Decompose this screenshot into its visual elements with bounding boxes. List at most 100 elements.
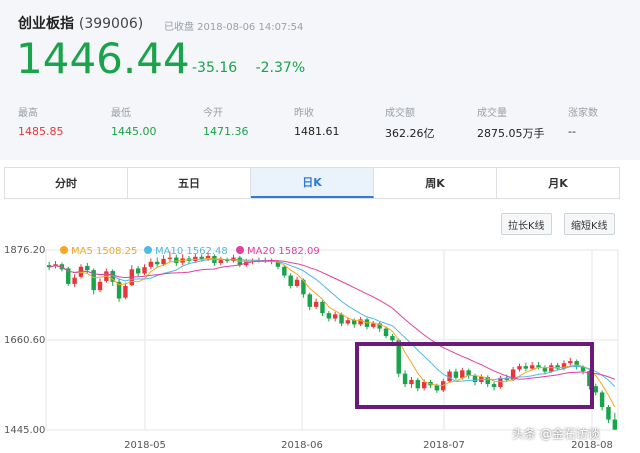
candle-body (288, 275, 293, 286)
stat-label: 今开 (203, 108, 223, 119)
ma5-line (49, 257, 616, 408)
tab-intraday[interactable]: 分时 (5, 168, 128, 198)
candle-body (142, 267, 147, 274)
candle-body (193, 256, 198, 261)
change-value: -35.16 (192, 60, 238, 76)
kline-chart[interactable]: MA5 1508.25 MA10 1562.48 MA20 1582.09 18… (0, 240, 640, 453)
candle-body (313, 301, 319, 307)
candle-body (352, 320, 357, 325)
candle-body (402, 373, 408, 385)
x-tick-label: 2018-06 (281, 440, 323, 451)
period-tabs: 分时 五日 日K 周K 月K (4, 167, 620, 199)
candle-body (307, 294, 312, 307)
candle-body (415, 379, 421, 389)
candle-body (174, 257, 179, 264)
candle-body (568, 361, 573, 364)
candle-body (555, 365, 560, 369)
candle-body (434, 385, 440, 391)
stat-high: 最高 1485.85 (18, 104, 64, 138)
legend-ma20: MA20 1582.09 (247, 246, 320, 257)
candle-body (409, 379, 414, 385)
stat-label: 成交额 (385, 108, 415, 119)
candle-body (154, 261, 160, 265)
market-status: 已收盘 2018-08-06 14:07:54 (164, 22, 304, 33)
candle-body (332, 314, 338, 319)
candle-body (85, 265, 90, 271)
stat-label: 最高 (18, 108, 38, 119)
candle-body (135, 268, 141, 274)
candle-body (523, 366, 529, 369)
candle-body (167, 257, 173, 259)
candle-body (472, 375, 478, 382)
candle-body (282, 266, 287, 276)
stretch-kline-button[interactable]: 拉长K线 (501, 213, 552, 235)
stat-prev-close: 昨收 1481.61 (294, 104, 340, 138)
last-price: 1446.44 (16, 34, 190, 83)
candle-body (320, 301, 325, 314)
stat-label: 成交量 (477, 108, 507, 119)
stat-value: -- (568, 125, 576, 138)
stat-value: 362.26亿 (385, 127, 435, 140)
candle-body (294, 279, 300, 286)
legend-ma10: MA10 1562.48 (155, 246, 228, 257)
stat-advancers: 涨家数 -- (568, 104, 598, 138)
stat-low: 最低 1445.00 (111, 104, 157, 138)
stat-label: 最低 (111, 108, 131, 119)
candle-body (72, 277, 77, 284)
tab-five-day[interactable]: 五日 (128, 168, 251, 198)
candle-body (148, 261, 154, 267)
legend-ma5: MA5 1508.25 (71, 246, 137, 257)
candle-body (421, 381, 427, 389)
stat-value: 1471.36 (203, 125, 249, 138)
y-tick-label: 1660.60 (4, 335, 45, 346)
x-tick-label: 2018-07 (423, 440, 465, 451)
candle-body (517, 366, 522, 370)
stat-volume: 成交量 2875.05万手 (477, 104, 545, 141)
candle-body (218, 260, 224, 264)
tab-daily-k[interactable]: 日K (251, 168, 374, 198)
moving-averages (49, 257, 616, 408)
candle-body (123, 285, 128, 298)
stat-open: 今开 1471.36 (203, 104, 249, 138)
candle-body (97, 281, 103, 291)
tab-monthly-k[interactable]: 月K (497, 168, 619, 198)
price-change: -35.16 -2.37% (192, 60, 319, 76)
shrink-kline-button[interactable]: 缩短K线 (564, 213, 615, 235)
index-name: 创业板指 (18, 16, 74, 32)
index-title: 创业板指 (399006) (18, 13, 143, 33)
candle-body (199, 256, 204, 259)
candle-body (383, 328, 389, 337)
candle-body (390, 336, 395, 341)
ma20-legend-dot (236, 246, 244, 254)
candle-body (371, 323, 376, 327)
ma10-legend-dot (144, 246, 152, 254)
stat-label: 涨家数 (568, 108, 598, 119)
ma5-legend-dot (60, 246, 68, 254)
quote-header: 创业板指 (399006) 已收盘 2018-08-06 14:07:54 14… (0, 0, 640, 160)
watermark: 头条 @金石访谈 (512, 427, 600, 441)
candle-body (453, 371, 459, 378)
stat-value: 1445.00 (111, 125, 157, 138)
candle-body (460, 370, 465, 378)
stat-label: 昨收 (294, 108, 314, 119)
ma10-line (49, 258, 616, 387)
candle-body (606, 407, 611, 420)
tab-weekly-k[interactable]: 周K (374, 168, 497, 198)
ma20-line (49, 259, 615, 380)
y-tick-label: 1445.00 (4, 425, 45, 436)
candles (46, 251, 618, 430)
candle-body (326, 313, 332, 319)
stat-value: 1485.85 (18, 125, 64, 138)
candle-body (345, 320, 351, 324)
x-tick-label: 2018-05 (124, 440, 166, 451)
candle-body (529, 365, 535, 369)
stat-value: 2875.05万手 (477, 127, 545, 140)
candle-body (491, 384, 497, 388)
candle-body (593, 386, 598, 393)
candle-body (549, 365, 554, 372)
candle-body (161, 258, 166, 265)
stat-value: 1481.61 (294, 125, 340, 138)
y-tick-label: 1876.20 (4, 245, 45, 256)
stat-turnover: 成交额 362.26亿 (385, 104, 435, 141)
candle-body (612, 419, 618, 430)
